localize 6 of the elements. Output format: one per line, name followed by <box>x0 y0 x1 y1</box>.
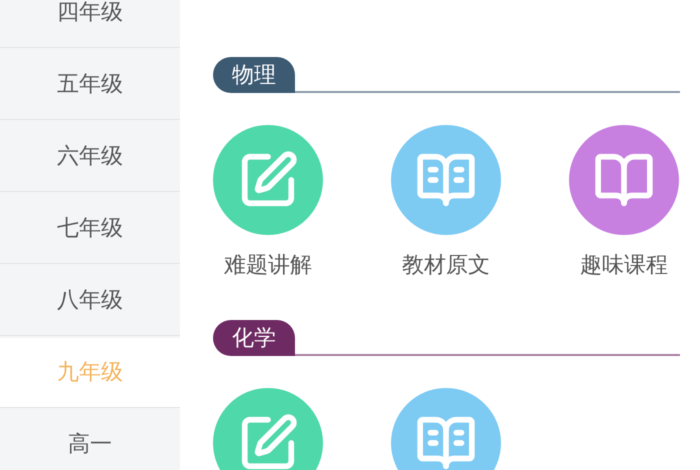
subject-label: 物理 <box>213 57 295 93</box>
grade-tab[interactable]: 四年级 <box>0 0 180 48</box>
feature-label: 难题讲解 <box>224 252 312 280</box>
feature-label: 趣味课程 <box>580 252 668 280</box>
feature-label: 教材原文 <box>402 252 490 280</box>
subject-label: 化学 <box>213 320 295 356</box>
